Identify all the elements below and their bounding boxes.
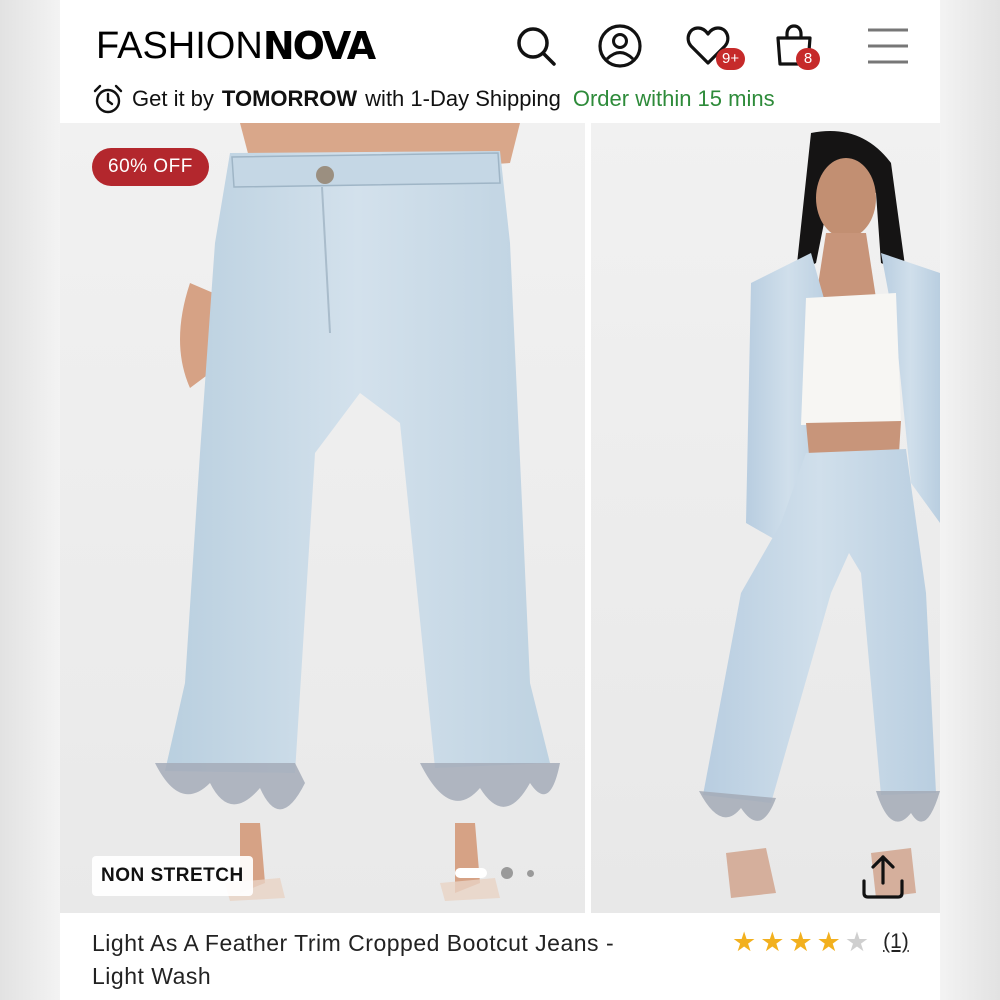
account-icon [598, 24, 642, 68]
site-header: FASHION NOVA 9+ 8 [60, 0, 940, 90]
share-button[interactable] [858, 851, 908, 901]
wishlist-count-badge: 9+ [716, 48, 746, 70]
product-image-secondary[interactable] [591, 123, 940, 913]
cart-count-badge: 8 [796, 48, 820, 70]
jeans-front-illustration [155, 123, 560, 901]
discount-badge: 60% OFF [92, 148, 209, 186]
app-frame: FASHION NOVA 9+ 8 Get it by TOMORROW wit… [60, 0, 940, 1000]
carousel-dot-3[interactable] [527, 869, 534, 877]
model-full-outfit-illustration [699, 131, 940, 898]
shipping-suffix: with 1-Day Shipping [365, 86, 561, 111]
wishlist-button[interactable]: 9+ [684, 22, 746, 70]
product-image-main[interactable]: 60% OFF NON STRETCH [60, 123, 585, 913]
brand-logo[interactable]: FASHION NOVA [96, 22, 376, 70]
share-icon [862, 855, 904, 899]
search-button[interactable] [512, 22, 560, 70]
shipping-day: TOMORROW [221, 86, 358, 111]
product-gallery[interactable]: 60% OFF NON STRETCH [60, 123, 940, 913]
star-icon: ★ [760, 927, 785, 957]
alarm-clock-icon [93, 84, 123, 114]
background-right [940, 0, 1000, 1000]
star-icon: ★ [788, 927, 813, 957]
shipping-prefix: Get it by [132, 86, 214, 111]
order-countdown: Order within 15 mins [572, 86, 775, 111]
carousel-indicators [455, 867, 534, 879]
menu-button[interactable] [864, 22, 912, 70]
brand-logo-part1: FASHION [96, 24, 263, 67]
product-title: Light As A Feather Trim Cropped Bootcut … [92, 930, 615, 989]
menu-icon [868, 28, 908, 64]
account-button[interactable] [596, 22, 644, 70]
carousel-dot-2[interactable] [501, 867, 513, 879]
background-left [0, 0, 60, 1000]
product-rating[interactable]: ★ ★ ★ ★ ★ (1) [732, 927, 909, 957]
shipping-banner: Get it by TOMORROW with 1-Day Shipping O… [92, 82, 775, 116]
search-icon [517, 27, 556, 66]
star-icon: ★ [816, 927, 841, 957]
brand-logo-part2: NOVA [262, 24, 376, 68]
carousel-dot-1[interactable] [455, 868, 487, 878]
non-stretch-tag: NON STRETCH [92, 856, 253, 896]
review-count-link[interactable]: (1) [883, 930, 909, 954]
cart-button[interactable]: 8 [770, 22, 820, 70]
star-icon-empty: ★ [844, 927, 870, 957]
star-icon: ★ [732, 927, 757, 957]
